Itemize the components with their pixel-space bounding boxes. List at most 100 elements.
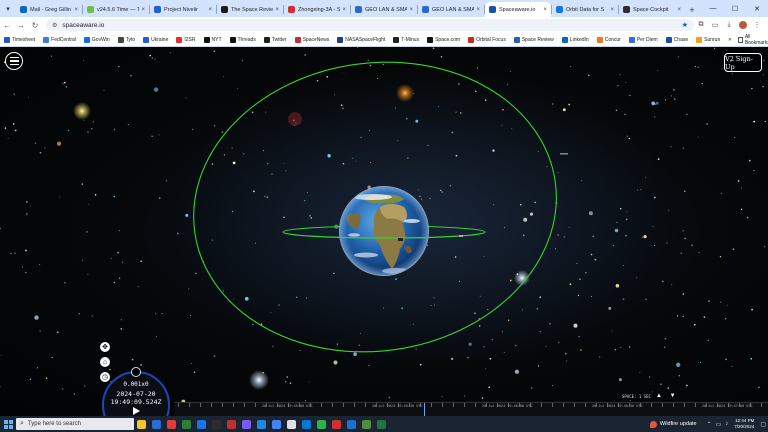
- bookmark-star-icon[interactable]: ★: [682, 21, 688, 29]
- tab-close-icon[interactable]: ×: [409, 7, 413, 13]
- extensions-icon[interactable]: ⧉: [694, 21, 708, 29]
- bookmark-item[interactable]: NASASpaceFlight: [337, 36, 385, 43]
- timeline-zoom-controls[interactable]: ▲ ▼: [656, 393, 679, 399]
- bookmark-item[interactable]: Sunrun: [696, 36, 720, 43]
- tab-close-icon[interactable]: ×: [342, 7, 346, 13]
- system-clock[interactable]: 12:44 PM 7/20/2024: [734, 418, 754, 430]
- bookmark-item[interactable]: NYT: [203, 36, 222, 43]
- bookmark-item[interactable]: Space.com: [427, 36, 460, 43]
- play-icon[interactable]: [133, 407, 140, 415]
- tab-close-icon[interactable]: ×: [208, 7, 212, 13]
- bookmark-item[interactable]: GovWin: [83, 36, 110, 43]
- bookmark-item[interactable]: Space Review: [513, 36, 554, 43]
- bookmark-item[interactable]: Tyto: [117, 36, 135, 43]
- browser-tab[interactable]: GEO LAN & SMA ×: [351, 2, 417, 17]
- globe-viewport[interactable]: V2 Sign-Up ✥ ⌂ ◷ 0.001x0 2024-07-20 19:4…: [0, 47, 768, 416]
- all-bookmarks-button[interactable]: All Bookmarks: [737, 34, 768, 46]
- bookmark-item[interactable]: I2SR: [176, 36, 196, 43]
- bookmark-item[interactable]: LinkedIn: [561, 36, 589, 43]
- close-window-button[interactable]: ✕: [746, 5, 768, 13]
- taskbar-app-icon[interactable]: [209, 416, 224, 432]
- taskbar-app-icon[interactable]: [284, 416, 299, 432]
- tab-close-icon[interactable]: ×: [610, 7, 614, 13]
- notifications-icon[interactable]: ▢: [760, 421, 766, 428]
- star: [563, 236, 566, 238]
- bookmark-item[interactable]: Concur: [596, 36, 621, 43]
- browser-tab[interactable]: Zhongxing-3A - S ×: [284, 2, 350, 17]
- space-scene[interactable]: [0, 47, 768, 416]
- main-menu-button[interactable]: [5, 52, 23, 70]
- satellite-marker[interactable]: [560, 153, 568, 155]
- bookmark-item[interactable]: Ukraine: [143, 36, 168, 43]
- windows-start-icon[interactable]: [0, 416, 16, 432]
- home-icon[interactable]: ⌂: [100, 357, 110, 367]
- chevron-up-icon[interactable]: ⌃: [707, 421, 712, 428]
- tab-close-icon[interactable]: ×: [476, 7, 480, 13]
- site-info-icon[interactable]: ⚙: [52, 22, 57, 29]
- taskbar-app-icon[interactable]: [344, 416, 359, 432]
- bookmark-item[interactable]: Per Diem: [628, 36, 658, 43]
- taskbar-app-icon[interactable]: [374, 416, 389, 432]
- browser-tab[interactable]: v24.5.6 Time — T ×: [83, 2, 149, 17]
- clock-speed-knob[interactable]: [131, 367, 141, 377]
- forward-arrow-icon[interactable]: →: [14, 21, 28, 30]
- taskbar-app-icon[interactable]: [179, 416, 194, 432]
- profile-avatar[interactable]: [739, 21, 747, 29]
- downloads-icon[interactable]: ⤓: [722, 21, 736, 29]
- bookmark-label: T-Minus: [401, 36, 420, 43]
- bookmark-item[interactable]: SpaceNews: [294, 36, 329, 43]
- tab-close-icon[interactable]: ×: [677, 7, 681, 13]
- tab-close-icon[interactable]: ×: [543, 7, 547, 13]
- satellite-marker[interactable]: [459, 235, 463, 237]
- taskbar-search[interactable]: ⌕ Type here to search: [16, 418, 134, 430]
- bookmarks-overflow-icon[interactable]: »: [728, 37, 731, 43]
- browser-tab[interactable]: Spaceaware.io ×: [485, 2, 551, 17]
- address-bar[interactable]: ⚙ spaceaware.io ★: [46, 19, 694, 31]
- news-widget[interactable]: Wildfire update: [649, 420, 697, 428]
- browser-tab[interactable]: GEO LAN & SMA ×: [418, 2, 484, 17]
- timeline-cursor[interactable]: [424, 403, 425, 416]
- bookmark-item[interactable]: Chase: [665, 36, 688, 43]
- taskbar-app-icon[interactable]: [134, 416, 149, 432]
- taskbar-app-icon[interactable]: [149, 416, 164, 432]
- back-arrow-icon[interactable]: ←: [0, 21, 14, 30]
- browser-tab[interactable]: The Space Review ×: [217, 2, 283, 17]
- split-view-icon[interactable]: ▭: [708, 21, 722, 29]
- bookmark-item[interactable]: T-Minus: [393, 36, 420, 43]
- taskbar-app-icon[interactable]: [359, 416, 374, 432]
- layers-icon[interactable]: ✥: [100, 342, 110, 352]
- browser-tab[interactable]: Project Nivelir ×: [150, 2, 216, 17]
- taskbar-app-icon[interactable]: [269, 416, 284, 432]
- taskbar-app-icon[interactable]: [164, 416, 179, 432]
- bookmark-item[interactable]: Orbital Focus: [468, 36, 506, 43]
- taskbar-app-icon[interactable]: [314, 416, 329, 432]
- taskbar-app-icon[interactable]: [254, 416, 269, 432]
- minimize-button[interactable]: —: [702, 5, 724, 12]
- volume-icon[interactable]: ♪: [725, 421, 728, 427]
- bookmark-item[interactable]: Timesheet: [4, 36, 35, 43]
- new-tab-button[interactable]: +: [685, 2, 699, 17]
- tab-search-icon[interactable]: ▾: [0, 0, 16, 17]
- taskbar-app-icon[interactable]: [224, 416, 239, 432]
- reload-icon[interactable]: ↻: [28, 21, 42, 30]
- taskbar-app-icon[interactable]: [239, 416, 254, 432]
- browser-menu-icon[interactable]: ⋮: [750, 21, 764, 29]
- bookmark-item[interactable]: FedCentral: [43, 36, 76, 43]
- tab-close-icon[interactable]: ×: [275, 7, 279, 13]
- taskbar-app-icon[interactable]: [299, 416, 314, 432]
- tab-close-icon[interactable]: ×: [74, 7, 78, 13]
- signup-button[interactable]: V2 Sign-Up: [724, 53, 762, 72]
- browser-tab[interactable]: Orbit Data for S ×: [552, 2, 618, 17]
- taskbar-app-icon[interactable]: [329, 416, 344, 432]
- browser-tab[interactable]: Mail - Greg Gillin ×: [16, 2, 82, 17]
- earth-globe[interactable]: [339, 186, 429, 276]
- taskbar-app-icon[interactable]: [194, 416, 209, 432]
- satellite-marker[interactable]: [398, 238, 403, 241]
- bookmark-item[interactable]: Twitter: [263, 36, 287, 43]
- tab-close-icon[interactable]: ×: [141, 7, 145, 13]
- network-icon[interactable]: ▭: [716, 421, 722, 428]
- timeline-bar[interactable]: 20 Jul 2024 19:45:00 UTC 20 Jul 2024 19:…: [174, 402, 768, 416]
- browser-tab[interactable]: Space Cockpit ×: [619, 2, 685, 17]
- bookmark-item[interactable]: Threads: [229, 36, 256, 43]
- maximize-button[interactable]: ☐: [724, 5, 746, 13]
